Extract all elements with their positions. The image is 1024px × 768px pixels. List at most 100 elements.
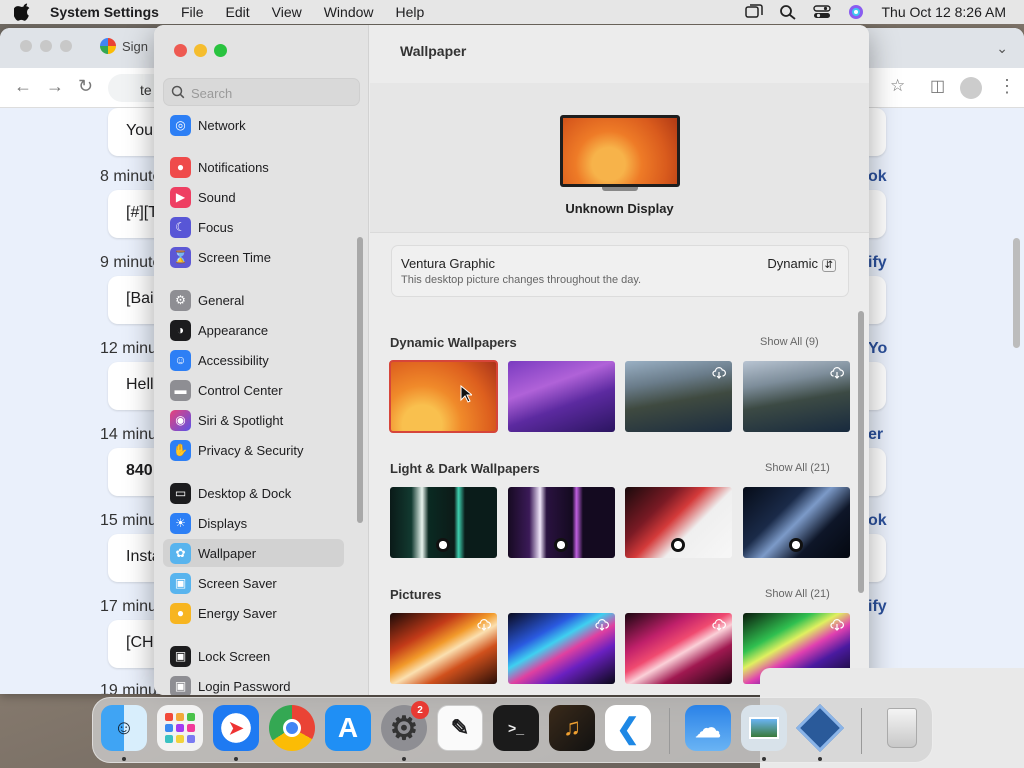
sidebar-item-siri-spotlight[interactable]: ◉ Siri & Spotlight <box>163 406 344 434</box>
message-link[interactable]: ok <box>868 512 887 530</box>
message-link[interactable]: ify <box>868 598 887 616</box>
sidebar-item-login-password[interactable]: ▣ Login Password <box>163 672 344 695</box>
profile-avatar[interactable] <box>960 77 982 99</box>
search-icon[interactable] <box>779 4 797 20</box>
minimize-light[interactable] <box>194 44 207 57</box>
siri-icon[interactable] <box>847 4 865 20</box>
terminal-prompt-icon: >_ <box>508 720 524 736</box>
sidebar-item-label: Energy Saver <box>198 605 277 621</box>
control-center-icon[interactable] <box>813 4 832 20</box>
wallpaper-thumb-macos-blue[interactable] <box>743 487 850 558</box>
wallpaper-thumb-catalina[interactable] <box>625 361 732 432</box>
sidebar-item-focus[interactable]: ☾ Focus <box>163 213 344 241</box>
browser-zoom-light[interactable] <box>60 40 72 52</box>
menu-window[interactable]: Window <box>324 4 374 20</box>
wallpaper-thumb-macbook-purple[interactable] <box>508 487 615 558</box>
show-all-light-dark-button[interactable]: Show All (21) <box>765 462 830 474</box>
sidebar-item-wallpaper[interactable]: ✿ Wallpaper <box>163 539 344 567</box>
close-light[interactable] <box>174 44 187 57</box>
menu-file[interactable]: File <box>181 4 204 20</box>
sidebar-item-privacy-security[interactable]: ✋ Privacy & Security <box>163 436 344 464</box>
cloud-sun-icon: ☁ <box>695 712 721 743</box>
browser-close-light[interactable] <box>20 40 32 52</box>
virtualbox-icon[interactable] <box>795 703 845 753</box>
wallpaper-mode-popup[interactable]: Dynamic ⇵ <box>767 256 836 272</box>
trash-icon[interactable] <box>879 705 925 751</box>
running-indicator <box>762 757 766 761</box>
sidebar-item-notifications[interactable]: ● Notifications <box>163 153 344 181</box>
chrome-center-icon <box>283 719 301 737</box>
launchpad-icon[interactable] <box>157 705 203 751</box>
safari-icon[interactable]: ➤ <box>213 705 259 751</box>
browser-tab[interactable]: Sign <box>100 38 148 54</box>
garageband-icon[interactable]: ♫ <box>549 705 595 751</box>
wallpaper-thumb-picture-pink[interactable] <box>625 613 732 684</box>
sidebar-item-displays[interactable]: ☀ Displays <box>163 509 344 537</box>
wallpaper-thumb-catalina-island[interactable] <box>743 361 850 432</box>
zoom-light[interactable] <box>214 44 227 57</box>
compass-needle-icon: ➤ <box>228 717 244 738</box>
browser-scrollbar[interactable] <box>1013 238 1020 348</box>
sidebar-scrollbar[interactable] <box>357 237 363 523</box>
address-text: te <box>140 82 152 98</box>
message-link[interactable]: ify <box>868 254 887 272</box>
apple-logo-icon[interactable] <box>14 3 32 21</box>
wallpaper-thumb-ventura-purple[interactable] <box>508 361 615 432</box>
wallpaper-thumb-ventura[interactable] <box>389 360 498 433</box>
preview-icon[interactable] <box>741 705 787 751</box>
sidebar-item-accessibility[interactable]: ☺ Accessibility <box>163 346 344 374</box>
message-link[interactable]: ok <box>868 168 887 186</box>
wallpaper-thumb-macbook-green[interactable] <box>390 487 497 558</box>
sidebar-item-general[interactable]: ⚙ General <box>163 286 344 314</box>
menu-help[interactable]: Help <box>396 4 425 20</box>
more-menu-icon[interactable]: ⋮ <box>998 76 1016 97</box>
wallpaper-thumb-macos-red[interactable] <box>625 487 732 558</box>
sidebar-item-screen-saver[interactable]: ▣ Screen Saver <box>163 569 344 597</box>
menu-app-name[interactable]: System Settings <box>50 4 159 20</box>
tab-list-chevron-icon[interactable]: ⌄ <box>996 40 1008 57</box>
textedit-icon[interactable]: ✎ <box>437 705 483 751</box>
cube-icon <box>795 703 845 753</box>
chrome-icon[interactable] <box>269 705 315 751</box>
show-all-dynamic-button[interactable]: Show All (9) <box>760 336 819 348</box>
finder-icon[interactable]: ☺ <box>101 705 147 751</box>
dock-separator <box>669 708 670 754</box>
sidebar-item-label: Privacy & Security <box>198 442 304 458</box>
window-stack-icon[interactable] <box>745 4 764 20</box>
sidebar-item-appearance[interactable]: ◑ Appearance <box>163 316 344 344</box>
menu-view[interactable]: View <box>272 4 302 20</box>
sidebar-item-screen-time[interactable]: ⌛ Screen Time <box>163 243 344 271</box>
show-all-pictures-button[interactable]: Show All (21) <box>765 588 830 600</box>
forward-icon[interactable]: → <box>46 76 64 97</box>
app-store-icon[interactable]: A <box>325 705 371 751</box>
terminal-icon[interactable]: >_ <box>493 705 539 751</box>
sidepanel-icon[interactable]: ◫ <box>930 76 945 96</box>
vscode-icon[interactable]: ❮ <box>605 705 651 751</box>
wallpaper-thumb-picture-blue[interactable] <box>508 613 615 684</box>
weather-icon[interactable]: ☁ <box>685 705 731 751</box>
sidebar-item-desktop-dock[interactable]: ▭ Desktop & Dock <box>163 479 344 507</box>
sidebar-search-input[interactable]: Search <box>163 78 360 106</box>
sidebar-item-sound[interactable]: ▶ Sound <box>163 183 344 211</box>
browser-minimize-light[interactable] <box>40 40 52 52</box>
bookmark-star-icon[interactable]: ☆ <box>890 76 905 96</box>
menu-edit[interactable]: Edit <box>226 4 250 20</box>
main-scrollbar[interactable] <box>858 311 864 593</box>
download-cloud-icon <box>595 619 609 631</box>
back-icon[interactable]: ← <box>14 76 32 97</box>
menu-bar: System Settings File Edit View Window He… <box>0 0 1024 24</box>
reload-icon[interactable]: ↻ <box>78 76 93 97</box>
menu-clock[interactable]: Thu Oct 12 8:26 AM <box>881 4 1006 20</box>
sidebar-item-control-center[interactable]: ▬ Control Center <box>163 376 344 404</box>
lock-icon: ▣ <box>170 645 191 667</box>
sidebar-item-label: Desktop & Dock <box>198 485 292 501</box>
sidebar-item-energy-saver[interactable]: ● Energy Saver <box>163 599 344 627</box>
search-icon <box>171 85 185 99</box>
wallpaper-thumb-picture-orange[interactable] <box>390 613 497 684</box>
message-link[interactable]: er <box>868 426 883 444</box>
system-settings-icon[interactable]: ⚙ 2 <box>381 701 429 751</box>
sidebar-item-lock-screen[interactable]: ▣ Lock Screen <box>163 642 344 670</box>
sidebar-item-network[interactable]: ◎ Network <box>163 111 344 139</box>
message-link[interactable]: Yo <box>868 340 887 358</box>
light-dark-toggle-icon <box>671 538 685 552</box>
